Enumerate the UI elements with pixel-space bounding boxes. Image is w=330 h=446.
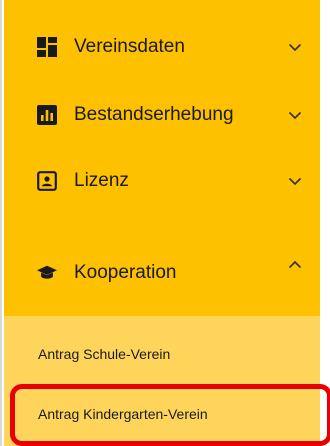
sidebar-menu: Vereinsdaten Bestandserhebung Lizenz Koo… xyxy=(4,0,320,446)
chevron-down-icon[interactable] xyxy=(287,107,303,123)
graduation-cap-icon xyxy=(37,263,57,283)
submenu-kooperation: Antrag Schule-Verein Antrag Kindergarten… xyxy=(4,316,320,446)
submenu-item-antrag-kindergarten-verein[interactable]: Antrag Kindergarten-Verein xyxy=(4,386,320,442)
menu-item-bestandserhebung[interactable]: Bestandserhebung xyxy=(4,92,320,138)
id-card-icon xyxy=(37,171,57,191)
submenu-item-antrag-schule-verein[interactable]: Antrag Schule-Verein xyxy=(4,326,320,382)
chevron-down-icon[interactable] xyxy=(287,173,303,189)
menu-item-lizenz[interactable]: Lizenz xyxy=(4,158,320,204)
sidebar-frame: Vereinsdaten Bestandserhebung Lizenz Koo… xyxy=(0,0,330,446)
menu-item-label: Vereinsdaten xyxy=(74,36,185,57)
menu-item-label: Bestandserhebung xyxy=(74,104,234,125)
submenu-item-label: Antrag Kindergarten-Verein xyxy=(38,406,208,422)
dashboard-icon xyxy=(37,37,57,57)
chevron-down-icon[interactable] xyxy=(287,39,303,55)
menu-item-kooperation[interactable]: Kooperation xyxy=(4,250,320,296)
menu-item-label: Lizenz xyxy=(74,170,129,191)
menu-item-label: Kooperation xyxy=(74,262,177,283)
chevron-up-icon[interactable] xyxy=(287,256,303,272)
bar-chart-icon xyxy=(37,105,57,125)
submenu-item-label: Antrag Schule-Verein xyxy=(38,346,171,362)
menu-item-vereinsdaten[interactable]: Vereinsdaten xyxy=(4,24,320,70)
